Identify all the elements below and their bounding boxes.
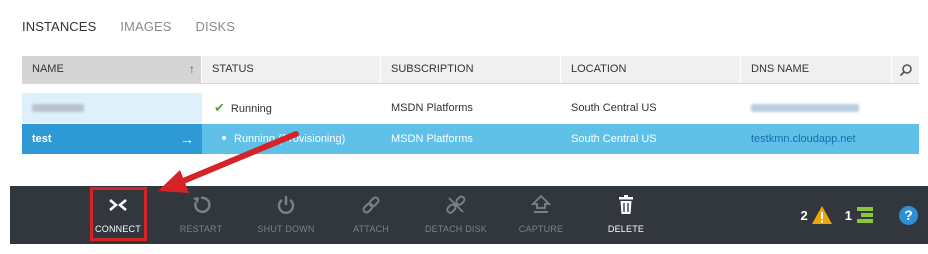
annotation-arrow (158, 131, 299, 193)
